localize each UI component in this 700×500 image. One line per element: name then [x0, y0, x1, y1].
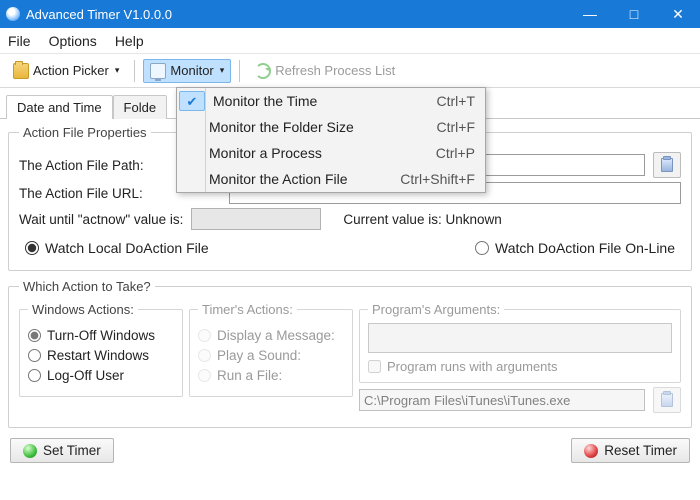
- caret-down-icon: ▾: [115, 65, 120, 76]
- radio-logoff-user[interactable]: [28, 369, 41, 382]
- radio-label: Play a Sound:: [217, 348, 301, 363]
- browse-file-button: [653, 387, 681, 413]
- menu-help[interactable]: Help: [115, 33, 144, 49]
- label-wait-until: Wait until "actnow" value is:: [19, 212, 183, 227]
- monitor-icon: [150, 63, 166, 79]
- menuitem-shortcut: Ctrl+T: [437, 93, 476, 109]
- radio-watch-local-input[interactable]: [25, 241, 39, 255]
- radio-turn-off-windows[interactable]: [28, 329, 41, 342]
- inner-legend: Timer's Actions:: [198, 302, 297, 317]
- radio-label: Restart Windows: [47, 348, 149, 363]
- label-action-file-path: The Action File Path:: [19, 158, 144, 173]
- label-current-value: Current value is: Unknown: [343, 212, 501, 227]
- bottom-button-bar: Set Timer Reset Timer: [0, 436, 700, 463]
- window-controls: — □ ✕: [568, 0, 700, 28]
- menuitem-monitor-process[interactable]: Monitor a Process Ctrl+P: [177, 140, 485, 166]
- textarea-program-arguments: [368, 323, 672, 353]
- group-program-arguments: Program's Arguments: Program runs with a…: [359, 302, 681, 383]
- menuitem-shortcut: Ctrl+P: [436, 145, 475, 161]
- maximize-button[interactable]: □: [612, 0, 656, 28]
- checkbox-program-runs-with-args-input: [368, 360, 381, 373]
- menuitem-label: Monitor the Time: [207, 93, 437, 109]
- button-label: Set Timer: [43, 443, 101, 458]
- reset-timer-button[interactable]: Reset Timer: [571, 438, 690, 463]
- button-label: Reset Timer: [604, 443, 677, 458]
- radio-run-file: [198, 369, 211, 382]
- dropdown-gutter: [205, 88, 206, 192]
- checkbox-program-runs-with-args: Program runs with arguments: [368, 359, 672, 374]
- menuitem-shortcut: Ctrl+Shift+F: [400, 171, 475, 187]
- radio-restart-windows[interactable]: [28, 349, 41, 362]
- label-action-file-url: The Action File URL:: [19, 186, 143, 201]
- radio-watch-online-input[interactable]: [475, 241, 489, 255]
- menuitem-monitor-folder-size[interactable]: Monitor the Folder Size Ctrl+F: [177, 114, 485, 140]
- set-timer-button[interactable]: Set Timer: [10, 438, 114, 463]
- minimize-button[interactable]: —: [568, 0, 612, 28]
- radio-watch-local[interactable]: Watch Local DoAction File: [25, 240, 209, 256]
- menuitem-monitor-action-file[interactable]: Monitor the Action File Ctrl+Shift+F: [177, 166, 485, 192]
- menuitem-shortcut: Ctrl+F: [437, 119, 476, 135]
- tab-folder[interactable]: Folde: [113, 95, 168, 119]
- app-icon: [6, 7, 20, 21]
- tab-date-and-time[interactable]: Date and Time: [6, 95, 113, 119]
- check-icon: ✔: [179, 91, 205, 111]
- input-run-file-path: [359, 389, 645, 411]
- trash-icon: [661, 158, 673, 172]
- menuitem-monitor-time[interactable]: ✔ Monitor the Time Ctrl+T: [177, 88, 485, 114]
- toolbar-separator: [134, 60, 135, 82]
- refresh-icon: [255, 63, 271, 79]
- refresh-process-list-button[interactable]: Refresh Process List: [248, 59, 402, 83]
- select-actnow-value[interactable]: [191, 208, 321, 230]
- clear-path-button[interactable]: [653, 152, 681, 178]
- group-which-action: Which Action to Take? Windows Actions: T…: [8, 279, 692, 428]
- window-title: Advanced Timer V1.0.0.0: [26, 7, 568, 22]
- folder-icon: [13, 63, 29, 79]
- inner-legend: Program's Arguments:: [368, 302, 504, 317]
- current-value: Unknown: [445, 212, 501, 227]
- radio-watch-local-label: Watch Local DoAction File: [45, 240, 209, 256]
- radio-play-sound: [198, 349, 211, 362]
- refresh-label: Refresh Process List: [275, 63, 395, 78]
- cancel-icon: [584, 444, 598, 458]
- radio-label: Display a Message:: [217, 328, 335, 343]
- group-legend: Which Action to Take?: [19, 279, 155, 294]
- menuitem-label: Monitor a Process: [203, 145, 436, 161]
- action-picker-button[interactable]: Action Picker ▾: [6, 59, 126, 83]
- monitor-dropdown: ✔ Monitor the Time Ctrl+T Monitor the Fo…: [176, 87, 486, 193]
- file-icon: [661, 393, 673, 407]
- group-legend: Action File Properties: [19, 125, 151, 140]
- radio-display-message: [198, 329, 211, 342]
- window-titlebar: Advanced Timer V1.0.0.0 — □ ✕: [0, 0, 700, 28]
- ok-icon: [23, 444, 37, 458]
- radio-label: Turn-Off Windows: [47, 328, 155, 343]
- menuitem-label: Monitor the Folder Size: [203, 119, 437, 135]
- radio-watch-online[interactable]: Watch DoAction File On-Line: [475, 240, 675, 256]
- checkbox-label: Program runs with arguments: [387, 359, 558, 374]
- radio-label: Log-Off User: [47, 368, 124, 383]
- menuitem-label: Monitor the Action File: [203, 171, 400, 187]
- menu-file[interactable]: File: [8, 33, 31, 49]
- radio-label: Run a File:: [217, 368, 282, 383]
- group-timer-actions: Timer's Actions: Display a Message: Play…: [189, 302, 353, 397]
- menu-options[interactable]: Options: [49, 33, 97, 49]
- action-picker-label: Action Picker: [33, 63, 109, 78]
- monitor-button[interactable]: Monitor ▾: [143, 59, 231, 83]
- toolbar-separator: [239, 60, 240, 82]
- menu-bar: File Options Help: [0, 28, 700, 54]
- group-windows-actions: Windows Actions: Turn-Off Windows Restar…: [19, 302, 183, 397]
- close-button[interactable]: ✕: [656, 0, 700, 28]
- toolbar: Action Picker ▾ Monitor ▾ Refresh Proces…: [0, 54, 700, 88]
- monitor-label: Monitor: [170, 63, 213, 78]
- caret-down-icon: ▾: [220, 65, 225, 76]
- radio-watch-online-label: Watch DoAction File On-Line: [495, 240, 675, 256]
- inner-legend: Windows Actions:: [28, 302, 138, 317]
